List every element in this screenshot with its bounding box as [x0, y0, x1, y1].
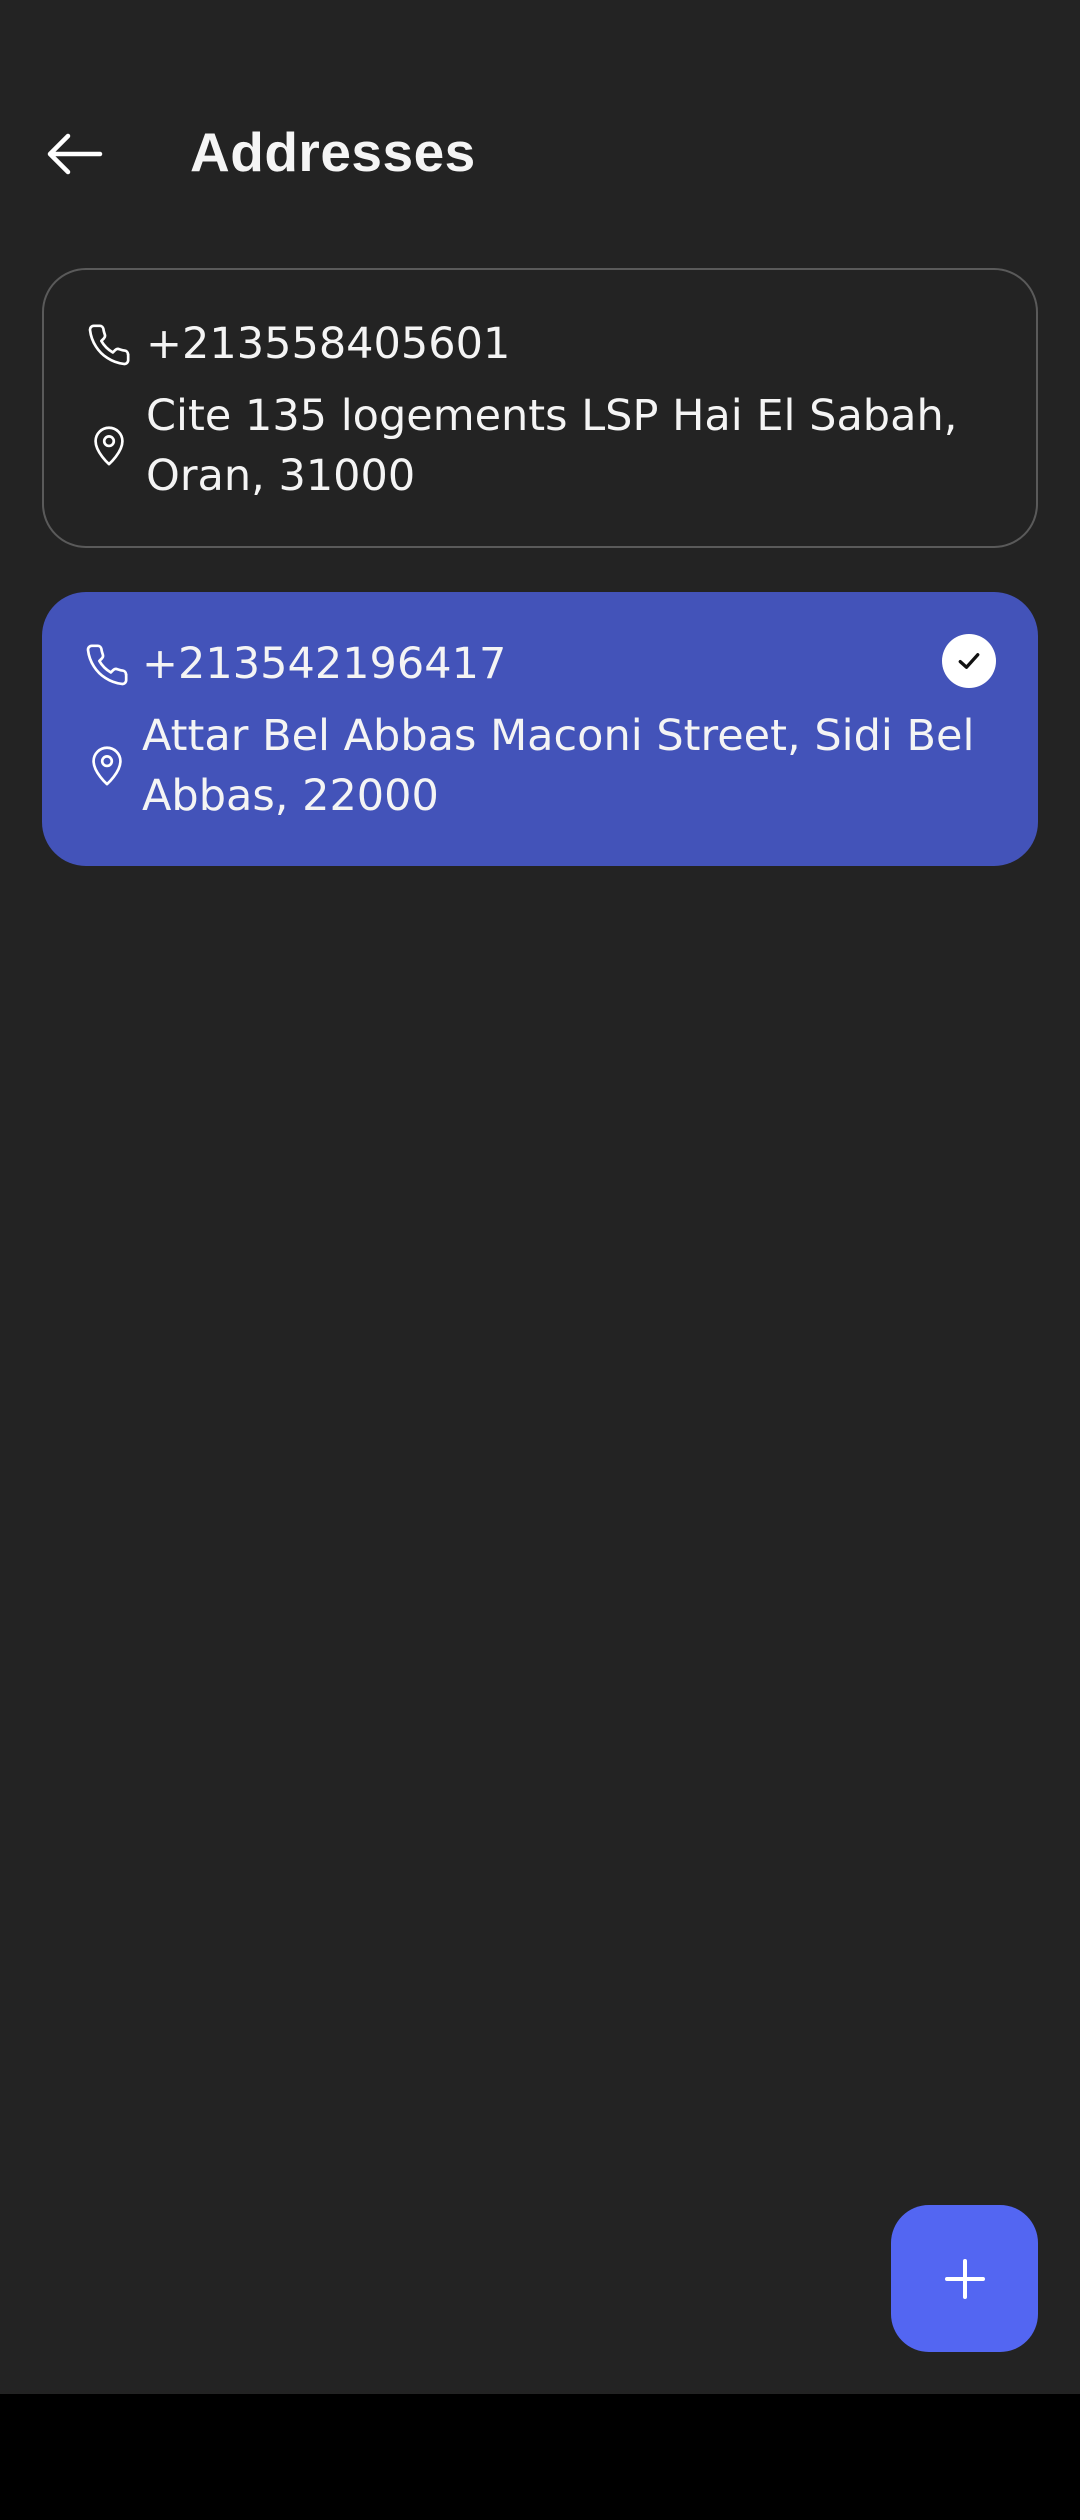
address-card-selected[interactable]: +213542196417 Attar Bel Abbas Maconi Str… [42, 592, 1038, 866]
plus-icon [944, 2258, 985, 2299]
location-pin-icon [84, 742, 130, 788]
address-line-1: Attar Bel Abbas Maconi Street, Sidi Bel [142, 711, 975, 761]
phone-number: +213542196417 [142, 639, 507, 689]
phone-icon [84, 642, 130, 688]
add-address-button[interactable] [891, 2205, 1038, 2352]
system-navigation-bar [0, 2394, 1080, 2520]
app-bar: Addresses [0, 100, 1080, 204]
address-line-2: Oran, 31000 [146, 451, 416, 501]
address-line-1: Cite 135 logements LSP Hai El Sabah, [146, 391, 958, 441]
phone-icon [86, 322, 132, 368]
page-title: Addresses [190, 121, 476, 183]
addresses-screen: Addresses +213558405601 Cite 135 logemen… [0, 0, 1080, 2520]
selected-check-badge [942, 634, 996, 688]
back-button[interactable] [34, 114, 114, 194]
address-line-2: Abbas, 22000 [142, 771, 439, 821]
location-pin-icon [86, 422, 132, 468]
arrow-left-icon [47, 133, 103, 175]
check-icon [958, 653, 980, 669]
phone-number: +213558405601 [146, 319, 511, 369]
address-card[interactable]: +213558405601 Cite 135 logements LSP Hai… [42, 268, 1038, 548]
